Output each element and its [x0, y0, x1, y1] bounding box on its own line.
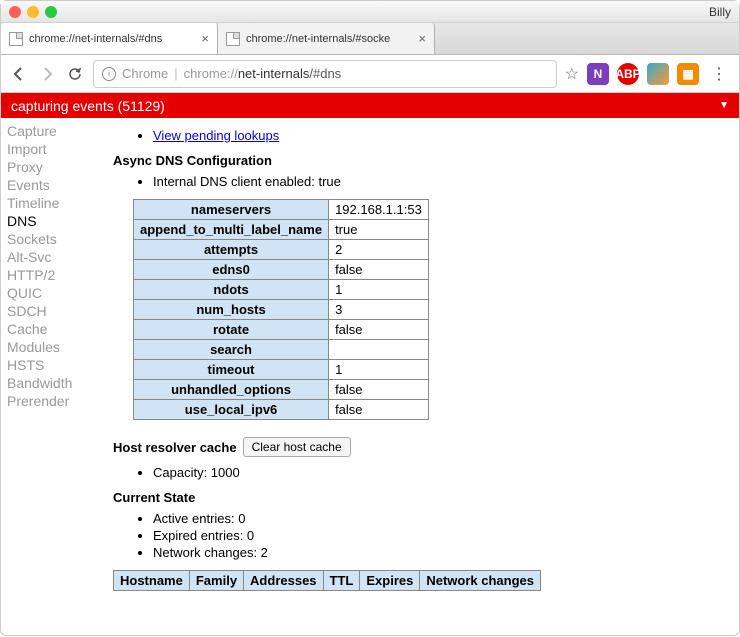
tab-title: chrome://net-internals/#dns [29, 33, 162, 45]
sidebar: CaptureImportProxyEventsTimelineDNSSocke… [1, 118, 101, 637]
table-row: use_local_ipv6false [134, 400, 429, 420]
sidebar-item-events[interactable]: Events [5, 176, 97, 194]
sidebar-item-sdch[interactable]: SDCH [5, 302, 97, 320]
close-icon[interactable]: × [201, 31, 209, 46]
sidebar-item-quic[interactable]: QUIC [5, 284, 97, 302]
table-row: rotatefalse [134, 320, 429, 340]
column-header: TTL [323, 571, 360, 591]
reload-button[interactable] [65, 64, 85, 84]
extension-4-icon[interactable]: ▦ [677, 63, 699, 85]
bookmark-icon[interactable]: ☆ [565, 64, 579, 84]
column-header: Expires [360, 571, 420, 591]
url-input[interactable]: i Chrome | chrome://net-internals/#dns [93, 60, 557, 88]
column-header: Network changes [420, 571, 541, 591]
window-titlebar: Billy [1, 1, 739, 23]
table-row: ndots1 [134, 280, 429, 300]
browser-menu-icon[interactable]: ⋮ [707, 64, 731, 84]
capacity-line: Capacity: 1000 [153, 465, 727, 480]
sidebar-item-cache[interactable]: Cache [5, 320, 97, 338]
column-header: Hostname [114, 571, 190, 591]
table-row: timeout1 [134, 360, 429, 380]
sidebar-item-prerender[interactable]: Prerender [5, 392, 97, 410]
sidebar-item-bandwidth[interactable]: Bandwidth [5, 374, 97, 392]
sidebar-item-capture[interactable]: Capture [5, 122, 97, 140]
table-row: nameservers192.168.1.1:53 [134, 200, 429, 220]
status-label: capturing events [11, 98, 114, 114]
table-row: num_hosts3 [134, 300, 429, 320]
sidebar-item-http2[interactable]: HTTP/2 [5, 266, 97, 284]
extension-abp-icon[interactable]: ABP [617, 63, 639, 85]
section-async-title: Async DNS Configuration [113, 153, 727, 168]
back-button[interactable] [9, 64, 29, 84]
table-row: unhandled_optionsfalse [134, 380, 429, 400]
list-item: Active entries: 0 [153, 511, 727, 526]
url-scheme: Chrome [122, 66, 168, 81]
sidebar-item-dns[interactable]: DNS [5, 212, 97, 230]
tab-dns[interactable]: chrome://net-internals/#dns × [1, 23, 218, 54]
maximize-window-button[interactable] [45, 6, 57, 18]
extension-onenote-icon[interactable]: N [587, 63, 609, 85]
sidebar-item-hsts[interactable]: HSTS [5, 356, 97, 374]
table-row: attempts2 [134, 240, 429, 260]
close-window-button[interactable] [9, 6, 21, 18]
table-row: edns0false [134, 260, 429, 280]
page-icon [226, 32, 240, 46]
host-cache-table: HostnameFamilyAddressesTTLExpiresNetwork… [113, 570, 541, 591]
tab-title: chrome://net-internals/#socke [246, 33, 390, 45]
forward-button[interactable] [37, 64, 57, 84]
tab-sockets[interactable]: chrome://net-internals/#socke × [218, 23, 435, 54]
minimize-window-button[interactable] [27, 6, 39, 18]
column-header: Family [189, 571, 243, 591]
toolbar: i Chrome | chrome://net-internals/#dns ☆… [1, 55, 739, 93]
table-row: append_to_multi_label_nametrue [134, 220, 429, 240]
clear-host-cache-button[interactable]: Clear host cache [243, 437, 351, 457]
page-icon [9, 32, 23, 46]
sidebar-item-timeline[interactable]: Timeline [5, 194, 97, 212]
site-info-icon[interactable]: i [102, 67, 116, 81]
sidebar-item-modules[interactable]: Modules [5, 338, 97, 356]
tab-strip: chrome://net-internals/#dns × chrome://n… [1, 23, 739, 55]
internal-client-line: Internal DNS client enabled: true [153, 174, 727, 189]
list-item: Expired entries: 0 [153, 528, 727, 543]
close-icon[interactable]: × [418, 31, 426, 46]
sidebar-item-proxy[interactable]: Proxy [5, 158, 97, 176]
sidebar-item-altsvc[interactable]: Alt-Svc [5, 248, 97, 266]
current-state-title: Current State [113, 490, 727, 505]
chevron-down-icon[interactable]: ▼ [719, 100, 729, 111]
extension-3-icon[interactable] [647, 63, 669, 85]
user-label: Billy [709, 5, 731, 19]
column-header: Addresses [244, 571, 323, 591]
capture-status-bar[interactable]: capturing events (51129) ▼ [1, 93, 739, 118]
dns-config-table: nameservers192.168.1.1:53append_to_multi… [133, 199, 429, 420]
view-pending-link[interactable]: View pending lookups [153, 128, 279, 143]
sidebar-item-import[interactable]: Import [5, 140, 97, 158]
host-resolver-title: Host resolver cache [113, 440, 237, 455]
sidebar-item-sockets[interactable]: Sockets [5, 230, 97, 248]
list-item: Network changes: 2 [153, 545, 727, 560]
status-count: (51129) [118, 98, 165, 114]
dns-panel: View pending lookups Async DNS Configura… [101, 118, 739, 637]
table-row: search [134, 340, 429, 360]
